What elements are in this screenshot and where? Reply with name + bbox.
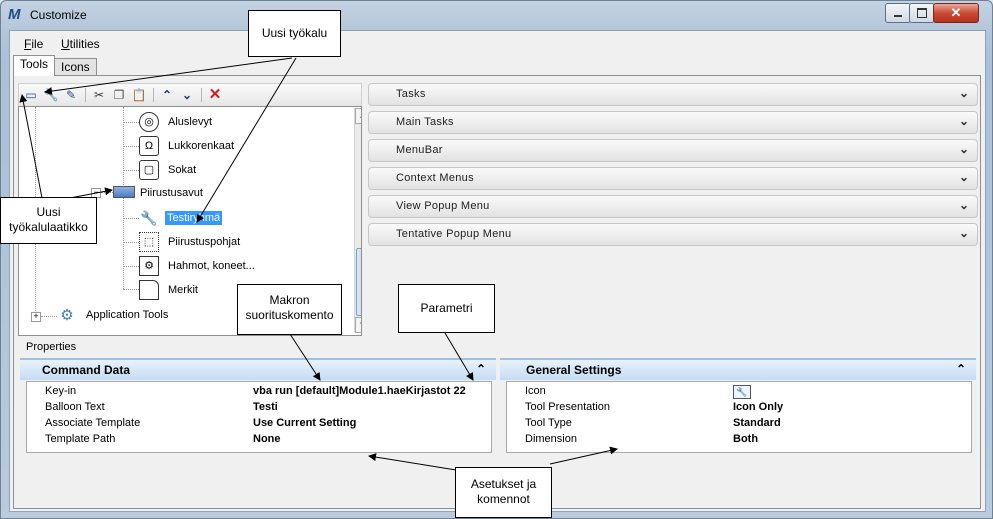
arrow-toolbox-1 (19, 94, 43, 199)
callout-text-line: työkalulaatikko (9, 220, 88, 234)
callout-text-line: suorituskomento (245, 308, 334, 322)
callout-parameter: Parametri (398, 284, 495, 333)
annotation-arrows (19, 57, 618, 471)
callout-text-line: komennot (477, 492, 530, 506)
callout-text-line: Asetukset ja (470, 477, 537, 491)
arrow-new-tool-1 (44, 57, 293, 96)
callout-text-line: Makron (269, 293, 310, 307)
callout-text-line: Uusi (36, 205, 61, 219)
arrow-settings-2 (549, 446, 618, 465)
callout-text: Uusi työkalu (261, 26, 328, 41)
callout-text: Parametri (420, 301, 473, 316)
arrow-settings-1 (368, 453, 457, 471)
callout-new-tool: Uusi työkalu (248, 10, 341, 57)
callout-settings-commands: Asetukset ja komennot (455, 467, 552, 518)
callout-new-toolbox: Uusi työkalulaatikko (0, 197, 97, 244)
arrow-param (444, 332, 474, 381)
arrow-new-tool-2 (196, 57, 297, 223)
callout-macro-command: Makron suorituskomento (237, 284, 342, 335)
arrow-macro (289, 333, 321, 381)
